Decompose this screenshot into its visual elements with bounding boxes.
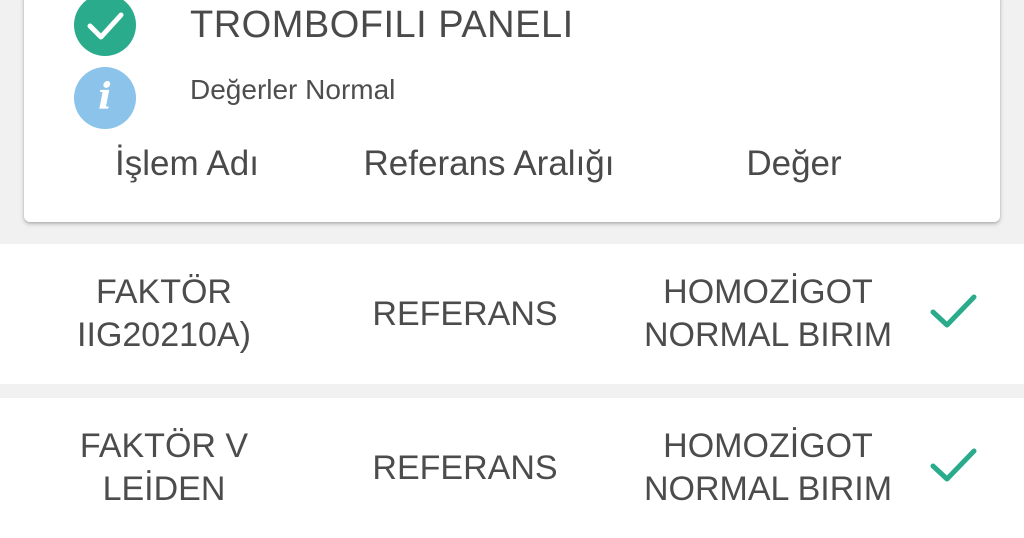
- test-value-line: HOMOZİGOT: [663, 427, 873, 465]
- result-row[interactable]: FAKTÖR V LEİDEN REFERANS HOMOZİGOT NORMA…: [0, 398, 1024, 538]
- column-header-range: Referans Aralığı: [363, 144, 615, 183]
- test-name-line: LEİDEN: [102, 470, 226, 508]
- info-icon[interactable]: i: [74, 67, 136, 129]
- test-value: HOMOZİGOT NORMAL BIRIM: [620, 244, 916, 384]
- test-name-line: IIG20210A): [77, 316, 251, 354]
- check-icon: [930, 448, 977, 482]
- check-circle-icon: [74, 0, 136, 56]
- test-value: HOMOZİGOT NORMAL BIRIM: [620, 398, 916, 538]
- panel-card[interactable]: TROMBOFILI PANELI i Değerler Normal İşle…: [24, 0, 1000, 222]
- test-name-line: FAKTÖR V: [79, 427, 249, 465]
- info-icon-glyph: i: [98, 76, 112, 118]
- reference-range: REFERANS: [372, 448, 558, 487]
- panel-title: TROMBOFILI PANELI: [190, 4, 574, 46]
- reference-range: REFERANS: [372, 294, 558, 333]
- column-header-name: İşlem Adı: [115, 144, 259, 183]
- test-name: FAKTÖR V LEİDEN: [30, 398, 298, 538]
- result-row[interactable]: FAKTÖR IIG20210A) REFERANS HOMOZİGOT NOR…: [0, 244, 1024, 384]
- test-value-line: NORMAL BIRIM: [643, 316, 893, 354]
- panel-status-text: Değerler Normal: [190, 74, 396, 105]
- test-name-line: FAKTÖR: [95, 273, 232, 311]
- check-icon: [930, 294, 977, 328]
- test-name: FAKTÖR IIG20210A): [30, 244, 298, 384]
- column-header-value: Değer: [746, 144, 842, 183]
- test-value-line: HOMOZİGOT: [663, 273, 873, 311]
- test-value-line: NORMAL BIRIM: [643, 470, 893, 508]
